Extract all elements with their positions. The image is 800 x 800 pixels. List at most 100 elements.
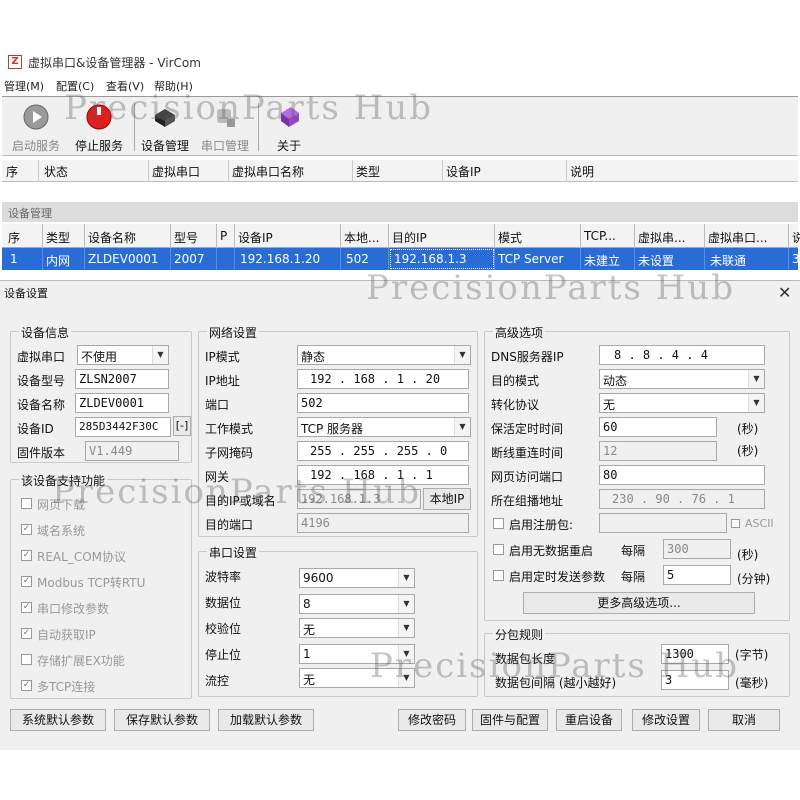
grid-col[interactable]: 模式 xyxy=(498,229,522,246)
feature-checkbox[interactable] xyxy=(21,654,32,665)
col-index[interactable]: 序 xyxy=(6,163,18,180)
grid-col[interactable]: 设备名称 xyxy=(88,229,136,246)
reg-field[interactable] xyxy=(599,513,727,533)
save-default-button[interactable]: 保存默认参数 xyxy=(114,709,210,731)
column-divider[interactable] xyxy=(388,224,389,248)
feature-checkbox[interactable]: ✓ xyxy=(21,680,32,691)
column-divider[interactable] xyxy=(228,160,229,182)
column-divider[interactable] xyxy=(216,224,217,248)
col-type[interactable]: 类型 xyxy=(356,163,380,180)
column-divider[interactable] xyxy=(494,224,495,248)
grid-col[interactable]: 说 xyxy=(792,229,800,246)
protocol-select[interactable]: 无 ▼ xyxy=(599,393,765,413)
grid-col[interactable]: 本地... xyxy=(344,229,379,246)
close-icon[interactable]: ✕ xyxy=(778,283,791,302)
ascii-checkbox[interactable] xyxy=(731,519,740,528)
column-divider[interactable] xyxy=(84,224,85,248)
column-divider[interactable] xyxy=(634,224,635,248)
change-password-button[interactable]: 修改密码 xyxy=(398,709,466,731)
work-mode-select[interactable]: TCP 服务器 ▼ xyxy=(297,417,471,437)
port-field[interactable]: 502 xyxy=(297,393,469,413)
grid-col[interactable]: 设备IP xyxy=(238,229,273,246)
grid-col[interactable]: 类型 xyxy=(46,229,70,246)
mask-field[interactable]: 255 . 255 . 255 . 0 xyxy=(297,441,469,461)
about-button[interactable]: 关于 xyxy=(264,99,314,155)
port-manage-button[interactable]: 串口管理 xyxy=(196,99,254,155)
nodata-field[interactable]: 300 xyxy=(663,539,731,559)
nodata-checkbox[interactable] xyxy=(493,544,504,555)
reg-checkbox[interactable] xyxy=(493,518,504,529)
feature-checkbox[interactable]: ✓ xyxy=(21,602,32,613)
grid-col[interactable]: 虚拟串... xyxy=(638,229,685,246)
stopbits-select[interactable]: 1 ▼ xyxy=(299,644,415,664)
modify-settings-button[interactable]: 修改设置 xyxy=(632,709,700,731)
feature-checkbox[interactable]: ✓ xyxy=(21,576,32,587)
id-expand-button[interactable]: [-] xyxy=(173,416,191,436)
grid-col[interactable]: 目的IP xyxy=(392,229,427,246)
column-divider[interactable] xyxy=(148,160,149,182)
multicast-field[interactable]: 230 . 90 . 76 . 1 xyxy=(599,489,765,509)
firmware-config-button[interactable]: 固件与配置 xyxy=(472,709,548,731)
name-field[interactable]: ZLDEV0001 xyxy=(75,393,169,413)
grid-col[interactable]: TCP... xyxy=(584,229,616,243)
feature-checkbox[interactable]: ✓ xyxy=(21,524,32,535)
virtual-port-select[interactable]: 不使用 ▼ xyxy=(77,345,169,365)
timer-checkbox[interactable] xyxy=(493,570,504,581)
grid-col[interactable]: 虚拟串口... xyxy=(708,229,767,246)
col-virtual-port[interactable]: 虚拟串口 xyxy=(152,163,200,180)
column-divider[interactable] xyxy=(234,224,235,248)
menu-view[interactable]: 查看(V) xyxy=(106,78,144,94)
col-description[interactable]: 说明 xyxy=(570,163,594,180)
dest-mode-select[interactable]: 动态 ▼ xyxy=(599,369,765,389)
system-default-button[interactable]: 系统默认参数 xyxy=(10,709,106,731)
parity-select[interactable]: 无 ▼ xyxy=(299,618,415,638)
dest-port-field[interactable]: 4196 xyxy=(297,513,469,533)
id-field[interactable]: 285D3442F30C xyxy=(75,417,171,437)
packet-interval-field[interactable]: 3 xyxy=(661,670,729,690)
grid-col[interactable]: 型号 xyxy=(174,229,198,246)
column-divider[interactable] xyxy=(38,160,39,182)
restart-device-button[interactable]: 重启设备 xyxy=(556,709,622,731)
keepalive-field[interactable]: 60 xyxy=(599,417,717,437)
cancel-button[interactable]: 取消 xyxy=(708,709,780,731)
load-default-button[interactable]: 加载默认参数 xyxy=(218,709,314,731)
ip-mode-select[interactable]: 静态 ▼ xyxy=(297,345,471,365)
baud-select[interactable]: 9600 ▼ xyxy=(299,568,415,588)
stop-service-button[interactable]: 停止服务 xyxy=(68,99,130,155)
column-divider[interactable] xyxy=(704,224,705,248)
column-divider[interactable] xyxy=(788,224,789,248)
start-service-button[interactable]: 启动服务 xyxy=(8,99,64,155)
column-divider[interactable] xyxy=(566,160,567,182)
feature-checkbox[interactable]: ✓ xyxy=(21,628,32,639)
grid-col[interactable]: P xyxy=(220,229,227,243)
flow-select[interactable]: 无 ▼ xyxy=(299,668,415,688)
col-device-ip[interactable]: 设备IP xyxy=(446,163,481,180)
menu-help[interactable]: 帮助(H) xyxy=(154,78,193,94)
column-divider[interactable] xyxy=(42,224,43,248)
feature-checkbox[interactable]: ✓ xyxy=(21,550,32,561)
device-manage-button[interactable]: 设备管理 xyxy=(136,99,194,155)
column-divider[interactable] xyxy=(580,224,581,248)
local-ip-button[interactable]: 本地IP xyxy=(423,488,471,510)
column-divider[interactable] xyxy=(340,224,341,248)
column-divider[interactable] xyxy=(442,160,443,182)
grid-col[interactable]: 序 xyxy=(8,229,20,246)
menu-manage[interactable]: 管理(M) xyxy=(4,78,44,94)
ip-field[interactable]: 192 . 168 . 1 . 20 xyxy=(297,369,469,389)
reconnect-field[interactable]: 12 xyxy=(599,441,717,461)
feature-checkbox[interactable] xyxy=(21,498,32,509)
web-port-field[interactable]: 80 xyxy=(599,465,765,485)
table-row[interactable]: 1 内网 ZLDEV0001 2007 192.168.1.20 502 192… xyxy=(2,248,800,270)
dest-ip-field[interactable]: 192.168.1.3 xyxy=(297,489,421,509)
menu-config[interactable]: 配置(C) xyxy=(56,78,94,94)
dns-field[interactable]: 8 . 8 . 4 . 4 xyxy=(599,345,765,365)
col-status[interactable]: 状态 xyxy=(44,163,68,180)
more-options-button[interactable]: 更多高级选项... xyxy=(523,592,755,614)
column-divider[interactable] xyxy=(352,160,353,182)
model-field[interactable]: ZLSN2007 xyxy=(75,369,169,389)
col-virtual-port-name[interactable]: 虚拟串口名称 xyxy=(232,163,304,180)
databits-select[interactable]: 8 ▼ xyxy=(299,594,415,614)
column-divider[interactable] xyxy=(170,224,171,248)
packet-length-field[interactable]: 1300 xyxy=(661,644,729,664)
timer-field[interactable]: 5 xyxy=(663,565,731,585)
